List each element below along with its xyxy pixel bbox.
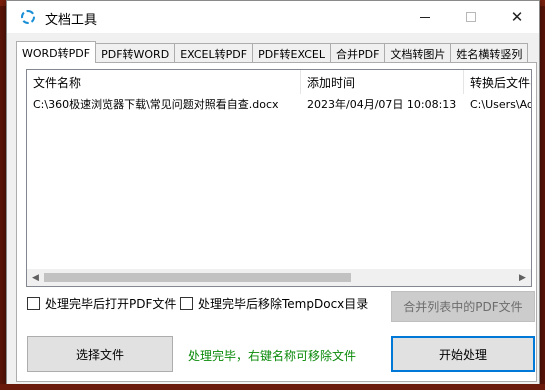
- desktop-background-bottom: [0, 384, 545, 390]
- close-button[interactable]: ✕: [494, 1, 540, 33]
- column-header-filename[interactable]: 文件名称: [27, 70, 301, 94]
- chevron-left-icon[interactable]: ◀: [27, 269, 44, 286]
- tab-panel-word-to-pdf: 文件名称 添加时间 转换后文件名 C:\360极速浏览器下载\常见问题对照看自查…: [16, 62, 537, 382]
- tab-name-horizontal-to-vertical[interactable]: 姓名横转竖列: [450, 43, 529, 63]
- spinner-icon: [21, 10, 35, 24]
- tab-word-to-pdf[interactable]: WORD转PDF: [16, 41, 97, 63]
- checkbox-label: 处理完毕后打开PDF文件: [45, 297, 177, 311]
- minimize-icon: [420, 16, 430, 18]
- minimize-button[interactable]: [402, 1, 448, 33]
- tab-merge-pdf[interactable]: 合并PDF: [329, 43, 386, 63]
- window-title: 文档工具: [45, 13, 98, 28]
- checkbox-label: 处理完毕后移除TempDocx目录: [198, 297, 369, 311]
- checkbox-box[interactable]: [27, 297, 40, 310]
- start-button[interactable]: 开始处理: [391, 336, 535, 372]
- column-header-added-time[interactable]: 添加时间: [301, 70, 464, 94]
- open-pdf-checkbox[interactable]: 处理完毕后打开PDF文件: [27, 295, 176, 312]
- title-bar[interactable]: 文档工具 ✕: [7, 1, 539, 33]
- tab-excel-to-pdf[interactable]: EXCEL转PDF: [174, 43, 254, 63]
- chevron-right-icon[interactable]: ▶: [514, 269, 531, 286]
- tab-doc-to-image[interactable]: 文档转图片: [384, 43, 452, 63]
- tab-bar: WORD转PDF PDF转WORD EXCEL转PDF PDF转EXCEL 合并…: [16, 41, 536, 63]
- cell-output-filename: C:\Users\Ad: [470, 97, 532, 111]
- select-file-button[interactable]: 选择文件: [27, 336, 173, 372]
- list-item[interactable]: C:\360极速浏览器下载\常见问题对照看自查.docx 2023年/04月/0…: [27, 94, 532, 114]
- horizontal-scrollbar[interactable]: ◀ ▶: [27, 269, 531, 286]
- remove-tempdocx-checkbox[interactable]: 处理完毕后移除TempDocx目录: [180, 295, 368, 312]
- cell-filename: C:\360极速浏览器下载\常见问题对照看自查.docx: [33, 98, 279, 111]
- merge-pdf-button[interactable]: 合并列表中的PDF文件: [391, 291, 535, 322]
- status-message: 处理完毕，右键名称可移除文件: [188, 349, 357, 363]
- cell-added-time: 2023年/04月/07日 10:08:13: [307, 98, 457, 111]
- file-list[interactable]: 文件名称 添加时间 转换后文件名 C:\360极速浏览器下载\常见问题对照看自查…: [26, 69, 532, 287]
- scrollbar-thumb[interactable]: [44, 273, 351, 282]
- list-header: 文件名称 添加时间 转换后文件名: [27, 70, 531, 94]
- maximize-icon: [466, 12, 476, 22]
- tab-pdf-to-excel[interactable]: PDF转EXCEL: [252, 43, 331, 63]
- close-icon: ✕: [510, 7, 524, 26]
- maximize-button[interactable]: [448, 1, 494, 33]
- app-window: 文档工具 ✕ WORD转PDF PDF转WORD EXCEL转PDF PDF转E…: [6, 0, 540, 386]
- tab-pdf-to-word[interactable]: PDF转WORD: [95, 43, 176, 63]
- column-header-output-filename[interactable]: 转换后文件名: [464, 70, 531, 94]
- checkbox-box[interactable]: [180, 297, 193, 310]
